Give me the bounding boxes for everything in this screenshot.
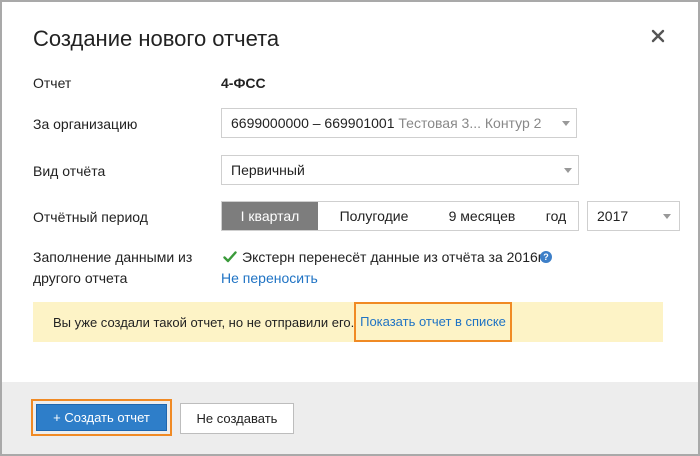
period-option-year[interactable]: год [534, 202, 578, 230]
year-select-value: 2017 [597, 208, 629, 224]
show-report-in-list-link[interactable]: Показать отчет в списке [354, 302, 512, 342]
organization-label: За организацию [33, 116, 138, 132]
organization-name: Тестовая 3... Контур 2 [398, 115, 542, 131]
already-created-notice: Вы уже создали такой отчет, но не отправ… [33, 302, 663, 342]
period-segmented-control: I квартал Полугодие 9 месяцев год [221, 201, 579, 231]
year-select[interactable]: 2017 [587, 201, 680, 231]
dialog-title: Создание нового отчета [33, 26, 280, 51]
no-transfer-link[interactable]: Не переносить [221, 270, 318, 286]
create-report-dialog: Создание нового отчета Отчет 4-ФСС За ор… [0, 0, 700, 456]
organization-select-value: 6699000000 – 669901001 Тестовая 3... Кон… [231, 115, 541, 131]
report-label: Отчет [33, 75, 72, 91]
report-name: 4-ФСС [221, 75, 266, 91]
period-option-9-months[interactable]: 9 месяцев [430, 202, 534, 230]
chevron-down-icon [564, 168, 572, 173]
close-icon[interactable] [646, 24, 670, 48]
report-type-select-value: Первичный [231, 162, 305, 178]
fill-label-line2: другого отчета [33, 270, 128, 286]
report-type-select[interactable]: Первичный [221, 155, 579, 185]
report-type-label: Вид отчёта [33, 163, 106, 179]
question-icon[interactable]: ? [540, 251, 552, 263]
create-button-highlight: + Создать отчет [31, 399, 172, 436]
dialog-footer: + Создать отчет Не создавать [2, 382, 698, 454]
notice-text: Вы уже создали такой отчет, но не отправ… [53, 315, 355, 330]
transfer-info-text: Экстерн перенесёт данные из отчёта за 20… [242, 249, 546, 265]
period-option-half-year[interactable]: Полугодие [318, 202, 430, 230]
fill-label-line1: Заполнение данными из [33, 249, 193, 265]
chevron-down-icon [663, 214, 671, 219]
create-report-button[interactable]: + Создать отчет [36, 404, 167, 431]
organization-select[interactable]: 6699000000 – 669901001 Тестовая 3... Кон… [221, 108, 577, 138]
chevron-down-icon [562, 121, 570, 126]
period-option-q1[interactable]: I квартал [222, 202, 318, 230]
cancel-button[interactable]: Не создавать [180, 403, 294, 434]
organization-inn-kpp: 6699000000 – 669901001 [231, 115, 395, 131]
checkmark-icon [223, 250, 237, 264]
period-label: Отчётный период [33, 209, 148, 225]
